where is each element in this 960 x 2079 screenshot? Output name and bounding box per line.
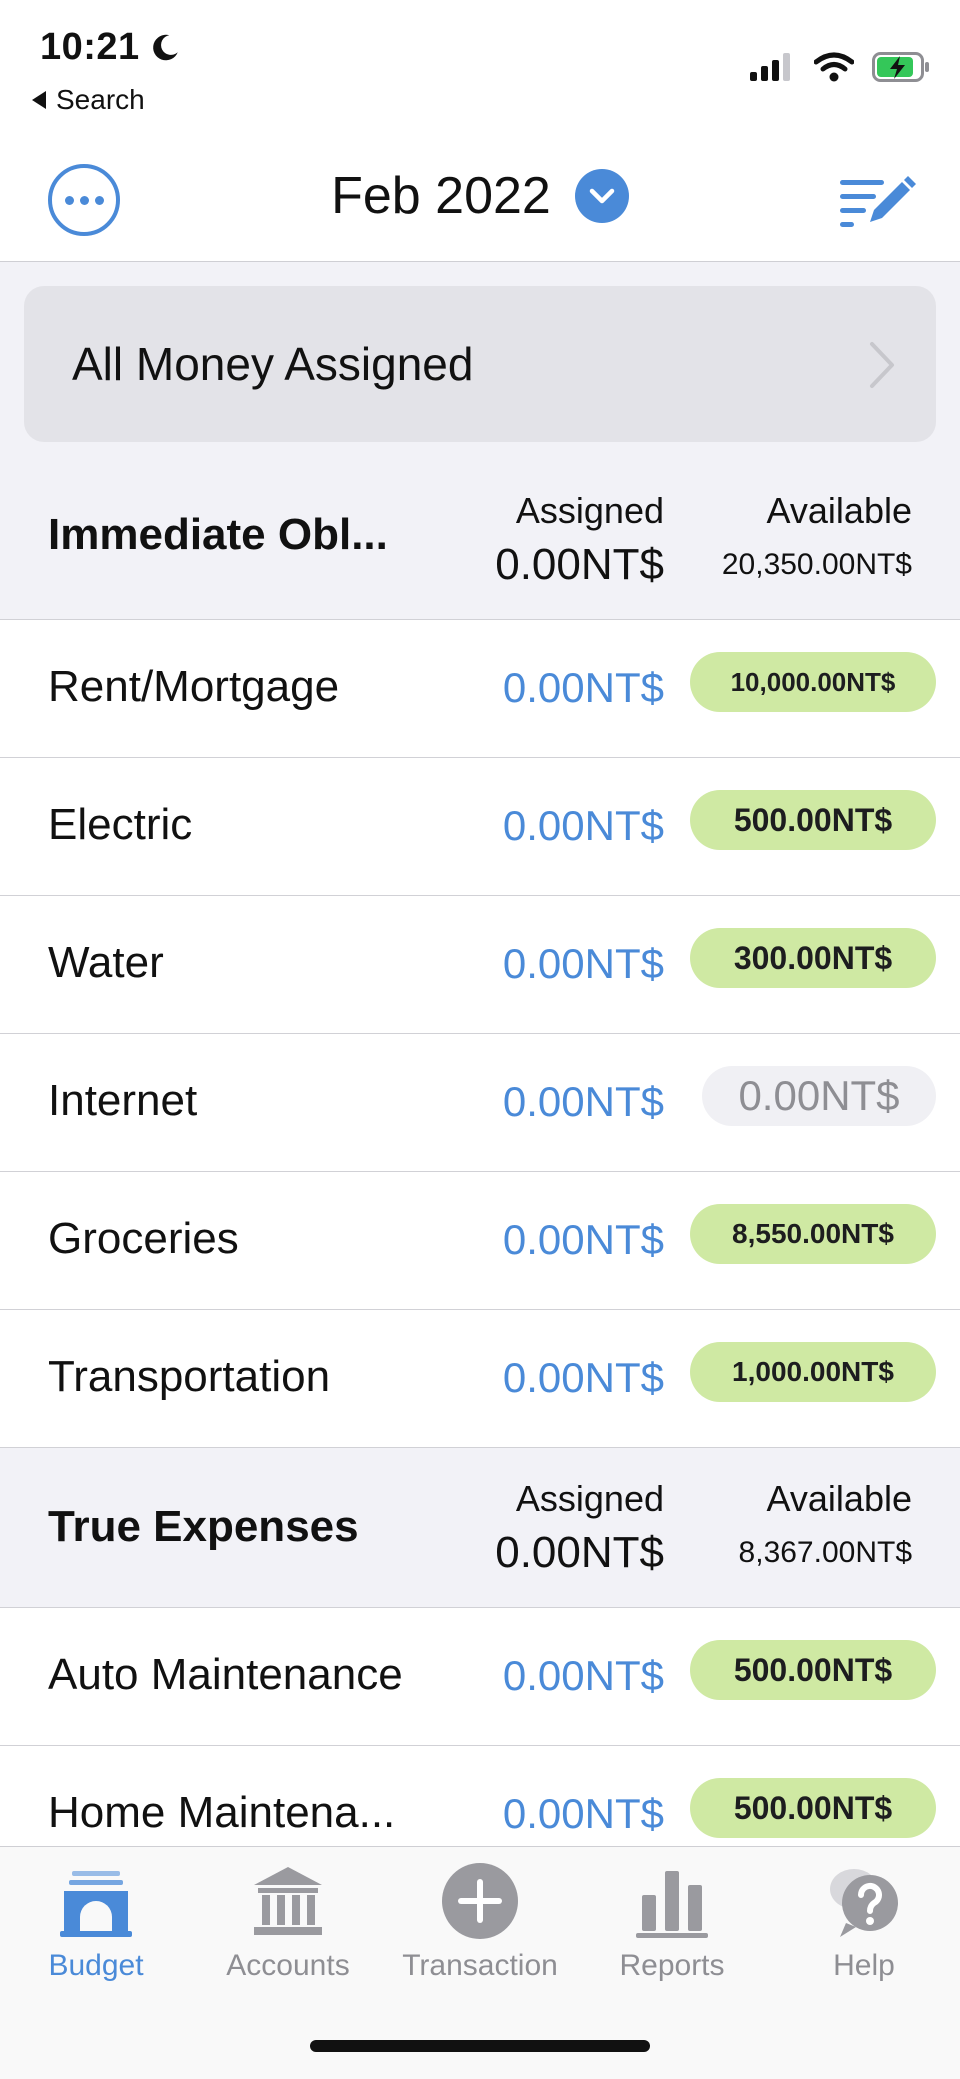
assigned-column-label: Assigned: [515, 490, 664, 531]
category-name: Internet: [48, 1076, 198, 1125]
category-available-pill[interactable]: 8,550.00NT$: [690, 1204, 936, 1264]
tab-label: Accounts: [226, 1949, 350, 1982]
back-label: Search: [56, 84, 145, 115]
category-name: Rent/Mortgage: [48, 662, 340, 711]
budget-list[interactable]: All Money Assigned Immediate Obl... Assi…: [0, 262, 960, 1846]
category-row[interactable]: Home Maintena... 0.00NT$ 500.00NT$: [0, 1746, 960, 1846]
group-total-available: 8,367.00NT$: [738, 1536, 912, 1569]
help-bubble-icon: [830, 1869, 898, 1937]
category-name: Auto Maintenance: [48, 1650, 403, 1699]
wifi-icon: [814, 52, 854, 82]
category-row[interactable]: Auto Maintenance 0.00NT$ 500.00NT$: [0, 1608, 960, 1746]
tab-budget[interactable]: Budget: [0, 1861, 192, 1983]
category-row[interactable]: Water 0.00NT$ 300.00NT$: [0, 896, 960, 1034]
category-assigned[interactable]: 0.00NT$: [503, 1652, 664, 1700]
category-assigned[interactable]: 0.00NT$: [503, 802, 664, 850]
category-name: Transportation: [48, 1352, 331, 1401]
category-available-pill[interactable]: 0.00NT$: [702, 1066, 936, 1126]
battery-charging-icon: [872, 52, 929, 82]
category-group-header[interactable]: Immediate Obl... Assigned Available 0.00…: [0, 460, 960, 620]
chevron-down-icon: [574, 169, 629, 223]
group-total-assigned: 0.00NT$: [495, 1528, 664, 1577]
status-time: 10:21: [40, 26, 182, 69]
status-icons: [750, 52, 930, 82]
group-total-assigned: 0.00NT$: [495, 540, 664, 589]
category-assigned[interactable]: 0.00NT$: [503, 940, 664, 988]
category-available-pill[interactable]: 500.00NT$: [690, 1640, 936, 1700]
bar-chart-icon: [636, 1871, 708, 1938]
category-name: Water: [48, 938, 164, 987]
moon-icon: [152, 34, 178, 60]
group-total-available: 20,350.00NT$: [721, 548, 912, 581]
edit-list-icon[interactable]: [836, 170, 916, 230]
category-assigned[interactable]: 0.00NT$: [503, 664, 664, 712]
month-title: Feb 2022: [331, 167, 551, 225]
back-arrow-icon: [32, 91, 46, 109]
category-group-header[interactable]: True Expenses Assigned Available 0.00NT$…: [0, 1448, 960, 1608]
category-assigned[interactable]: 0.00NT$: [503, 1354, 664, 1402]
category-assigned[interactable]: 0.00NT$: [503, 1790, 664, 1838]
tab-label: Help: [833, 1949, 895, 1982]
group-name: True Expenses: [48, 1502, 359, 1551]
assigned-status-label: All Money Assigned: [72, 338, 474, 390]
tab-transaction[interactable]: Transaction: [384, 1861, 576, 1983]
category-row[interactable]: Transportation 0.00NT$ 1,000.00NT$: [0, 1310, 960, 1448]
category-available-pill[interactable]: 10,000.00NT$: [690, 652, 936, 712]
category-assigned[interactable]: 0.00NT$: [503, 1078, 664, 1126]
category-assigned[interactable]: 0.00NT$: [503, 1216, 664, 1264]
category-row[interactable]: Rent/Mortgage 0.00NT$ 10,000.00NT$: [0, 620, 960, 758]
bank-icon: [254, 1867, 322, 1935]
category-available-pill[interactable]: 500.00NT$: [690, 790, 936, 850]
tab-accounts[interactable]: Accounts: [192, 1861, 384, 1983]
tab-help[interactable]: Help: [768, 1861, 960, 1983]
time-text: 10:21: [40, 26, 140, 68]
assigned-column-label: Assigned: [515, 1478, 664, 1519]
category-row[interactable]: Groceries 0.00NT$ 8,550.00NT$: [0, 1172, 960, 1310]
tab-reports[interactable]: Reports: [576, 1861, 768, 1983]
category-row[interactable]: Electric 0.00NT$ 500.00NT$: [0, 758, 960, 896]
available-column-label: Available: [766, 1478, 912, 1519]
home-indicator[interactable]: [310, 2040, 650, 2052]
tab-label: Transaction: [402, 1949, 558, 1982]
plus-circle-icon: [442, 1863, 518, 1939]
category-available-pill[interactable]: 500.00NT$: [690, 1778, 936, 1838]
category-row[interactable]: Internet 0.00NT$ 0.00NT$: [0, 1034, 960, 1172]
category-available-pill[interactable]: 1,000.00NT$: [690, 1342, 936, 1402]
back-to-search-link[interactable]: Search: [32, 84, 145, 116]
nav-bar: Feb 2022: [0, 140, 960, 262]
category-name: Electric: [48, 800, 193, 849]
cellular-signal-icon: [750, 53, 790, 81]
category-available-pill[interactable]: 300.00NT$: [690, 928, 936, 988]
tab-label: Reports: [619, 1949, 725, 1982]
chevron-right-icon: [870, 342, 894, 388]
tab-label: Budget: [48, 1949, 144, 1982]
month-selector[interactable]: Feb 2022: [0, 166, 960, 226]
status-bar: 10:21 Search: [0, 0, 960, 140]
available-column-label: Available: [766, 490, 912, 531]
group-name: Immediate Obl...: [48, 510, 388, 559]
assigned-status-banner[interactable]: All Money Assigned: [24, 286, 936, 442]
category-name: Groceries: [48, 1214, 239, 1263]
budget-icon: [60, 1871, 132, 1937]
category-name: Home Maintena...: [48, 1788, 396, 1837]
